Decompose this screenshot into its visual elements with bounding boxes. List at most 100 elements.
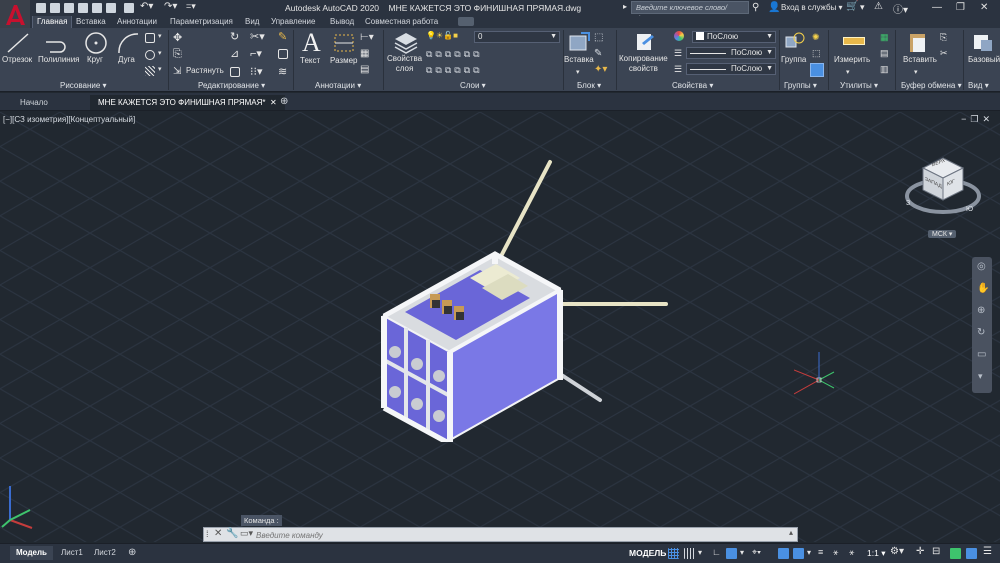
tab-manage[interactable]: Управление — [271, 17, 315, 26]
block-panel-title[interactable]: Блок ▾ — [577, 81, 601, 90]
table-icon[interactable]: ▦ — [360, 48, 369, 59]
match-properties-button[interactable]: Копирование свойств — [619, 54, 668, 74]
units-icon[interactable]: ⊟ — [932, 546, 940, 557]
info-center-icon[interactable]: ⚠ — [874, 1, 883, 12]
measure-button[interactable]: Измерить — [834, 55, 870, 64]
draw-dropdown-2-icon[interactable]: ▾ — [158, 49, 162, 57]
lineweight-display-icon[interactable]: ≡ — [818, 547, 823, 557]
workspace-switch-icon[interactable]: ⚙▾ — [890, 546, 904, 557]
new-file-icon[interactable] — [36, 3, 46, 13]
fillet-icon[interactable]: ⌐▾ — [250, 47, 262, 60]
orbit-icon[interactable]: ↻ — [977, 327, 985, 338]
viewcube[interactable]: ВЕРХ ЗАПАД ЮГ З Ю — [903, 150, 983, 230]
erase-icon[interactable]: ✎ — [278, 30, 287, 43]
ribbon-minimize-toggle-icon[interactable] — [458, 17, 474, 26]
object-snap-dropdown-icon[interactable]: ▾ — [807, 548, 811, 557]
command-input[interactable] — [256, 529, 786, 541]
command-line-grip-icon[interactable]: ⁞ — [206, 529, 209, 539]
close-window-icon[interactable]: ✕ — [980, 2, 988, 13]
linetype-icon[interactable]: ☰ — [674, 64, 682, 75]
layout-tab-model[interactable]: Модель — [10, 546, 53, 560]
cut-icon[interactable]: ✂ — [940, 48, 948, 59]
mirror-icon[interactable]: ⊿ — [230, 47, 239, 60]
annotation-monitor-icon[interactable]: ✛ — [916, 546, 924, 557]
insert-dropdown-icon[interactable]: ▾ — [576, 68, 580, 76]
edit-attributes-icon[interactable]: ✦▾ — [594, 64, 607, 75]
trim-icon[interactable]: ✂▾ — [250, 30, 265, 43]
polyline-button[interactable]: Полилиния — [38, 55, 80, 64]
copy-icon[interactable]: ⎘ — [173, 48, 182, 61]
application-menu-button[interactable] — [0, 0, 30, 30]
id-point-icon[interactable]: ▥ — [880, 64, 889, 75]
model-space-toggle[interactable]: МОДЕЛЬ — [629, 548, 666, 558]
search-expand-icon[interactable]: ▸ — [623, 2, 627, 11]
viewport-window-controls[interactable]: −❐✕ — [961, 114, 994, 125]
auto-scale-icon[interactable]: ⚹ — [849, 547, 854, 558]
layer-tools-row-2[interactable]: ⧉⧉⧉⧉⧉⧉ — [426, 65, 483, 76]
scale-icon[interactable] — [230, 67, 240, 77]
save-web-icon[interactable] — [106, 3, 116, 13]
properties-panel-title[interactable]: Свойства ▾ — [672, 81, 713, 90]
color-dropdown[interactable]: ПоСлою ▼ — [692, 31, 776, 43]
arc-button[interactable]: Дуга — [118, 55, 135, 64]
quick-select-icon[interactable]: ▦ — [880, 32, 889, 43]
snap-toggle-icon[interactable] — [684, 548, 695, 559]
layout-tab-sheet1[interactable]: Лист1 — [55, 546, 89, 560]
undo-icon[interactable]: ↶▾ — [140, 1, 153, 12]
close-tab-icon[interactable]: ✕ — [270, 98, 277, 107]
line-button[interactable]: Отрезок — [2, 55, 32, 64]
markup-icon[interactable]: ▤ — [360, 64, 369, 75]
lineweight-dropdown[interactable]: ПоСлою ▼ — [686, 47, 776, 59]
insert-button[interactable]: Вставка — [564, 55, 594, 64]
layout-tab-sheet2[interactable]: Лист2 — [88, 546, 122, 560]
polar-tracking-icon[interactable] — [726, 548, 737, 559]
rotate-icon[interactable]: ↻ — [230, 30, 239, 43]
new-tab-icon[interactable]: ⊕ — [280, 96, 288, 107]
isodraft-icon[interactable]: ⌖▾ — [752, 547, 761, 558]
layer-dropdown[interactable]: 0 ▼ — [474, 31, 560, 43]
minimize-window-icon[interactable]: — — [932, 2, 942, 13]
offset-icon[interactable]: ≋ — [278, 65, 287, 78]
tab-insert[interactable]: Вставка — [76, 17, 106, 26]
open-web-icon[interactable] — [92, 3, 102, 13]
save-icon[interactable] — [64, 3, 74, 13]
command-line-customize-icon[interactable]: 🔧 — [226, 528, 238, 539]
save-as-icon[interactable] — [78, 3, 88, 13]
tab-collaborate[interactable]: Совместная работа — [365, 17, 438, 26]
isolate-objects-icon[interactable] — [950, 548, 961, 559]
autodesk-app-store-icon[interactable]: 🛒 — [846, 1, 858, 12]
annotation-visibility-icon[interactable]: ⚹ — [833, 547, 838, 558]
edit-block-icon[interactable]: ✎ — [594, 48, 602, 59]
ucs-menu[interactable]: МСК ▾ — [928, 230, 957, 238]
tab-start[interactable]: Начало — [12, 95, 56, 110]
polar-dropdown-icon[interactable]: ▾ — [740, 548, 744, 557]
ellipse-tool-icon[interactable] — [145, 50, 155, 60]
linetype-dropdown[interactable]: ПоСлою ▼ — [686, 63, 776, 75]
drawing-viewport[interactable]: [−][СЗ изометрия][Концептуальный] −❐✕ ВЕ… — [0, 112, 1000, 542]
move-icon[interactable]: ✥ — [173, 31, 182, 44]
customize-status-bar-icon[interactable]: ☰ — [983, 546, 992, 557]
utilities-panel-title[interactable]: Утилиты ▾ — [840, 81, 878, 90]
compass-west-label[interactable]: З — [906, 200, 910, 207]
customize-quick-access-icon[interactable]: =▾ — [186, 1, 196, 12]
restore-window-icon[interactable]: ❐ — [956, 2, 965, 13]
layer-properties-button[interactable]: Свойства слоя — [387, 54, 422, 74]
viewport-controls-label[interactable]: [−][СЗ изометрия][Концептуальный] — [3, 115, 135, 124]
ortho-toggle-icon[interactable]: ∟ — [712, 547, 721, 557]
draw-dropdown-1-icon[interactable]: ▾ — [158, 32, 162, 40]
paste-dropdown-icon[interactable]: ▾ — [914, 68, 918, 76]
calculator-icon[interactable]: ▤ — [880, 48, 889, 59]
dimension-button[interactable]: Размер — [330, 56, 358, 65]
tab-parametric[interactable]: Параметризация — [170, 17, 233, 26]
layer-tools-row-1[interactable]: ⧉⧉⧉⧉⧉⧉ — [426, 49, 483, 60]
rectangle-tool-icon[interactable] — [145, 33, 155, 43]
view-panel-title[interactable]: Вид ▾ — [968, 81, 989, 90]
draw-panel-title[interactable]: Рисование ▾ — [60, 81, 107, 90]
group-edit-icon[interactable]: ⬚ — [812, 48, 821, 59]
hatch-tool-icon[interactable] — [145, 66, 155, 76]
command-line-close-icon[interactable]: ✕ — [214, 528, 222, 539]
help-icon[interactable]: ⓘ▾ — [893, 1, 908, 16]
leader-icon[interactable]: ⊢▾ — [360, 32, 374, 43]
stretch-button[interactable]: Растянуть — [186, 66, 224, 75]
lineweight-icon[interactable]: ☰ — [674, 48, 682, 59]
